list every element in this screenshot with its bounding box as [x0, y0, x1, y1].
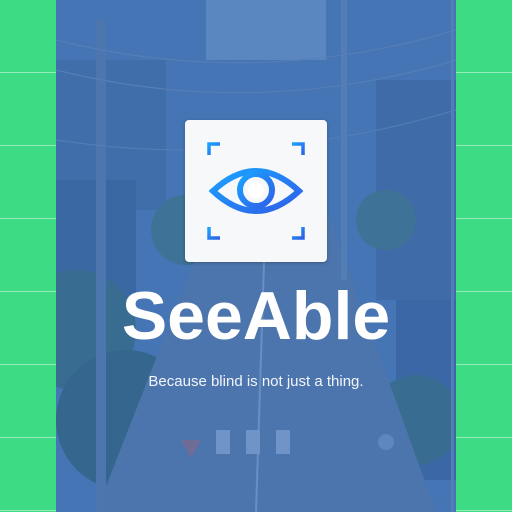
showcase-background: SeeAble Because blind is not just a thin…	[0, 0, 512, 512]
tagline: Because blind is not just a thing.	[148, 373, 364, 390]
app-title: SeeAble	[121, 278, 391, 354]
app-logo	[185, 120, 327, 262]
splash-screen: SeeAble Because blind is not just a thin…	[56, 0, 456, 512]
eye-scan-icon	[207, 142, 305, 240]
